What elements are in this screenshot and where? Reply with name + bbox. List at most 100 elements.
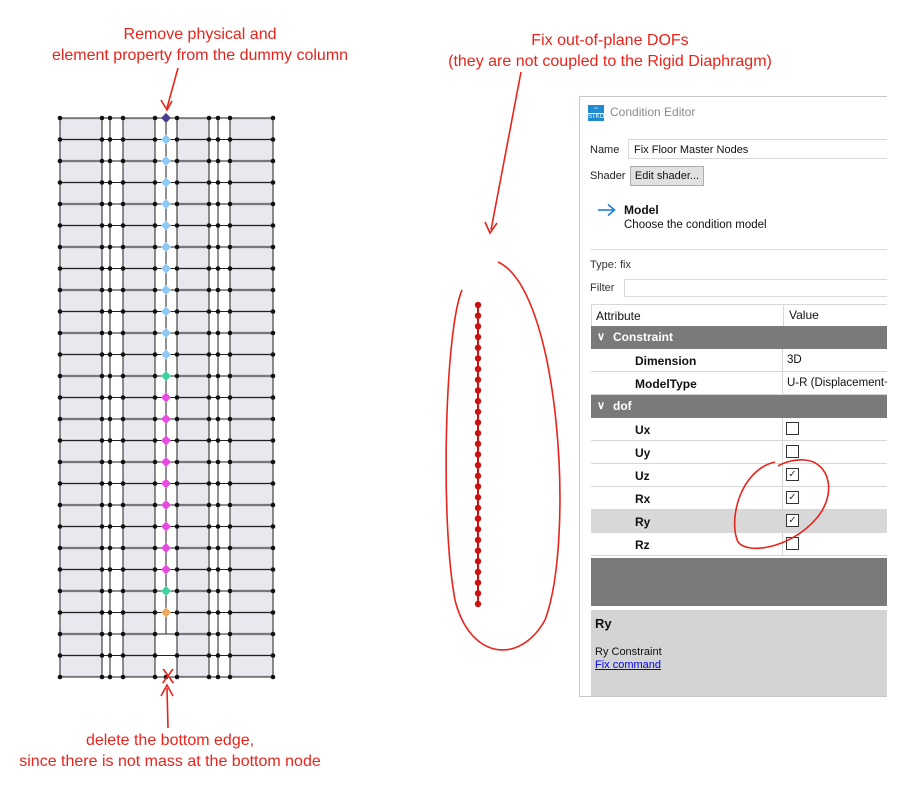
node [227, 330, 233, 336]
floor-panel [59, 247, 103, 268]
node [152, 438, 158, 443]
table-row-uz[interactable]: Uz ✓ [591, 464, 887, 487]
node [107, 438, 113, 443]
floor-panel [229, 161, 274, 182]
node [174, 287, 180, 293]
column-header-value[interactable]: Value [783, 305, 819, 326]
table-row-rx[interactable]: Rx ✓ [591, 487, 887, 510]
floor-panel [122, 548, 156, 569]
node [152, 524, 158, 529]
node [227, 653, 233, 658]
node [206, 674, 212, 680]
dummy-column-node [161, 371, 171, 381]
group-dof[interactable]: ∨ dof [591, 395, 887, 418]
table-row-uy[interactable]: Uy [591, 441, 887, 464]
name-label: Name [590, 144, 620, 156]
master-node [474, 579, 482, 586]
annotation-fix-dofs: Fix out-of-plane DOFs (they are not coup… [410, 30, 810, 72]
table-row-rz[interactable]: Rz [591, 533, 887, 556]
node [99, 287, 105, 293]
table-row-ux[interactable]: Ux [591, 418, 887, 441]
attribute-name: Rx [635, 492, 651, 506]
node [270, 287, 276, 293]
table-row[interactable]: Dimension 3D [591, 349, 887, 372]
fix-command-link[interactable]: Fix command [595, 659, 661, 671]
arrow-right-icon[interactable] [597, 203, 617, 217]
edit-shader-button[interactable]: Edit shader... [630, 166, 704, 186]
checkbox-ry[interactable]: ✓ [786, 514, 799, 527]
table-row-ry[interactable]: Ry ✓ [591, 510, 887, 533]
floor-panel [229, 204, 274, 225]
node [174, 115, 180, 121]
node [107, 588, 113, 594]
node [99, 653, 105, 658]
node [270, 502, 276, 508]
node [174, 524, 180, 529]
checkbox-ux[interactable] [786, 422, 799, 435]
model-title[interactable]: Model [624, 203, 659, 217]
title-bar[interactable]: ~ STKO Condition Editor [580, 97, 887, 128]
node [206, 502, 212, 508]
node [174, 158, 180, 164]
node [120, 137, 126, 142]
checkbox-rx[interactable]: ✓ [786, 491, 799, 504]
node [57, 653, 63, 658]
node [99, 201, 105, 207]
node [120, 309, 126, 314]
chevron-down-icon[interactable]: ∨ [597, 399, 605, 412]
attribute-value[interactable]: 3D [782, 349, 887, 371]
attribute-value[interactable]: U-R (Displacement+ [782, 372, 887, 394]
floor-panel [229, 527, 274, 548]
node [174, 201, 180, 207]
master-node [474, 344, 482, 351]
node [215, 395, 221, 400]
node [57, 352, 63, 357]
node [107, 674, 113, 680]
floor-panel [176, 140, 210, 161]
node [120, 567, 126, 572]
floor-panel [176, 656, 210, 677]
checkbox-uz[interactable]: ✓ [786, 468, 799, 481]
floor-panel [122, 527, 156, 548]
floor-panel [122, 419, 156, 440]
node [270, 330, 276, 336]
node [206, 244, 212, 250]
annotation-line: Fix out-of-plane DOFs [531, 32, 689, 49]
master-node [474, 558, 482, 565]
node [270, 266, 276, 271]
node [99, 438, 105, 443]
node [206, 588, 212, 594]
node [270, 309, 276, 314]
column-header-attribute[interactable]: Attribute [596, 309, 641, 323]
checkbox-uy[interactable] [786, 445, 799, 458]
table-row[interactable]: ModelType U-R (Displacement+ [591, 372, 887, 395]
node [99, 115, 105, 121]
dummy-column-node [161, 500, 171, 510]
node [120, 481, 126, 486]
group-constraint[interactable]: ∨ Constraint [591, 326, 887, 349]
node [174, 545, 180, 551]
dummy-column-node [161, 543, 171, 553]
dummy-column-node [161, 306, 171, 317]
node [152, 588, 158, 594]
node [107, 309, 113, 314]
node [270, 373, 276, 379]
floor-panel [176, 613, 210, 634]
node [206, 610, 212, 615]
filter-input[interactable] [624, 279, 887, 297]
node [206, 201, 212, 207]
node [174, 416, 180, 422]
node [99, 631, 105, 637]
floor-panel [59, 183, 103, 204]
node [270, 610, 276, 615]
node [57, 158, 63, 164]
master-nodes-circle [445, 261, 561, 651]
chevron-down-icon[interactable]: ∨ [597, 330, 605, 343]
name-field[interactable]: Fix Floor Master Nodes [628, 139, 887, 159]
node [107, 223, 113, 228]
dummy-column-node [161, 392, 171, 403]
annotation-line: (they are not coupled to the Rigid Diaph… [448, 53, 772, 70]
master-node [474, 323, 482, 330]
node [120, 610, 126, 615]
checkbox-rz[interactable] [786, 537, 799, 550]
